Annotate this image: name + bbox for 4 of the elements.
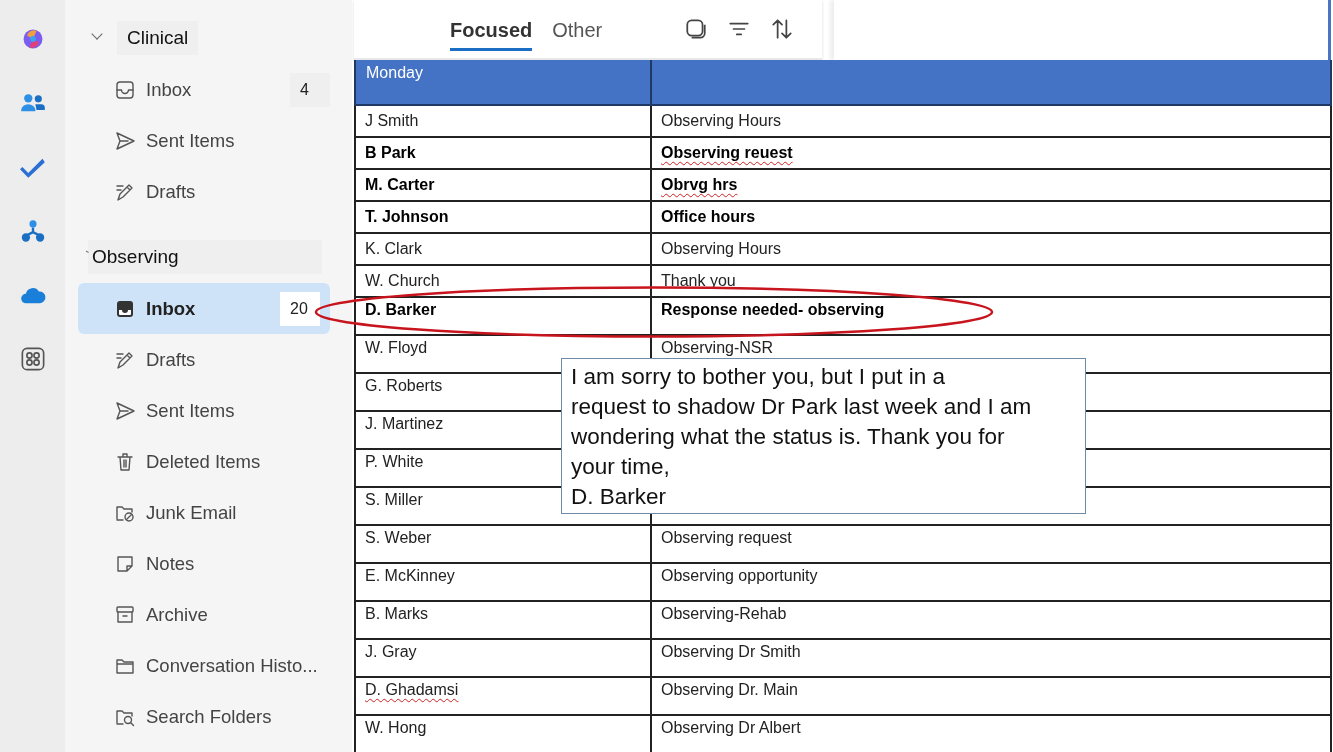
unread-count: 20 bbox=[280, 291, 320, 326]
message-preview-tooltip: I am sorry to bother you, but I put in a request to shadow Dr Park last week and I am wondering what the status is. Thank you for your time, D. Barker bbox=[561, 358, 1086, 514]
unread-count: 4 bbox=[290, 72, 330, 107]
column-header: Monday bbox=[355, 60, 651, 105]
